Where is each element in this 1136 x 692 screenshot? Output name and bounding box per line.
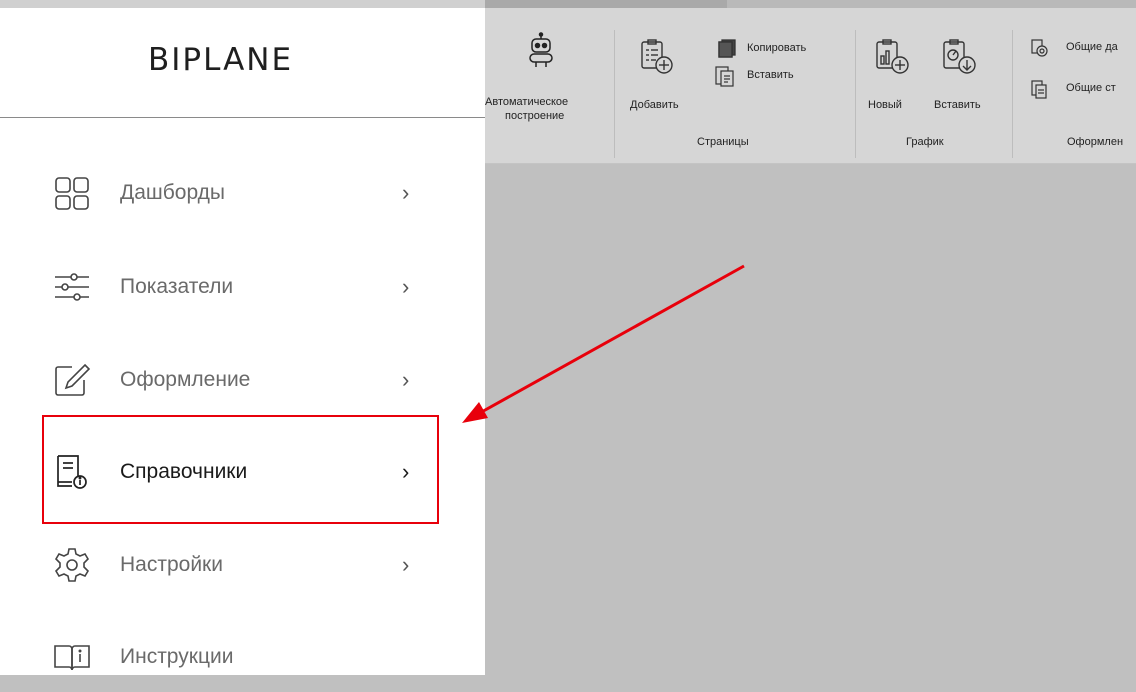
annotation-arrow: [462, 264, 745, 423]
